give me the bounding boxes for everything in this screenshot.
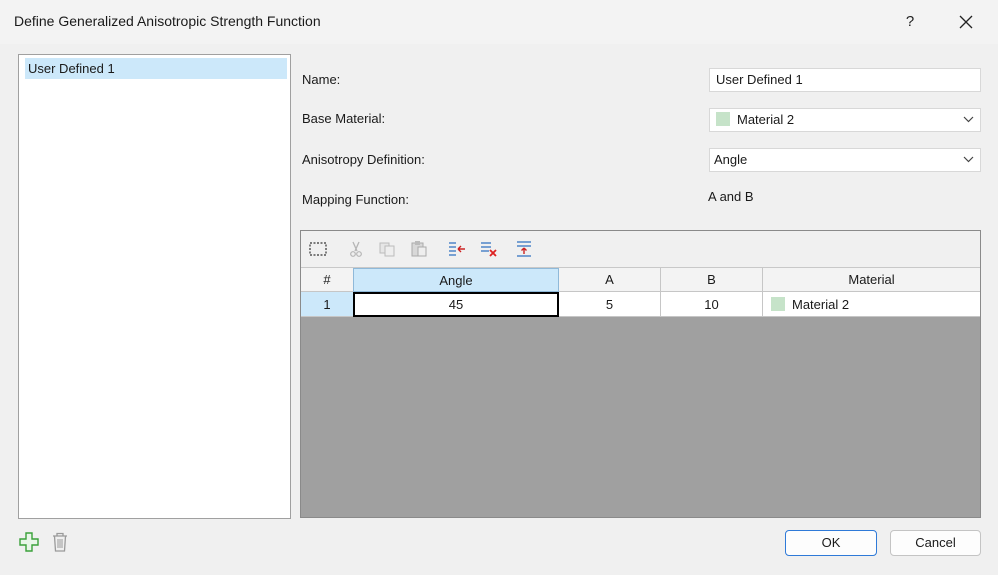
row-number-cell[interactable]: 1 (301, 292, 354, 317)
select-all-icon[interactable] (308, 240, 328, 258)
list-item-user-defined-1[interactable]: User Defined 1 (25, 58, 287, 79)
anisotropy-definition-value: Angle (714, 152, 748, 167)
b-cell[interactable]: 10 (661, 292, 763, 317)
cancel-button[interactable]: Cancel (890, 530, 981, 556)
function-list[interactable]: User Defined 1 (18, 54, 291, 519)
material-cell-value: Material 2 (792, 297, 850, 312)
chevron-down-icon (963, 116, 974, 123)
name-label: Name: (302, 72, 341, 87)
table-row[interactable]: 1 45 5 10 Material 2 (301, 292, 980, 317)
column-header-a[interactable]: A (559, 268, 661, 292)
base-material-select[interactable]: Material 2 (709, 108, 981, 132)
mapping-function-label: Mapping Function: (302, 192, 409, 207)
column-header-angle[interactable]: Angle (353, 268, 559, 292)
close-button[interactable] (950, 8, 982, 36)
title-bar: Define Generalized Anisotropic Strength … (0, 0, 998, 44)
column-header-material[interactable]: Material (763, 268, 980, 292)
close-icon (959, 15, 973, 29)
cut-icon[interactable] (346, 240, 366, 258)
help-button[interactable]: ? (896, 8, 924, 36)
a-cell[interactable]: 5 (559, 292, 661, 317)
delete-row-icon[interactable] (479, 240, 499, 258)
trash-icon[interactable] (50, 531, 70, 553)
angle-cell[interactable]: 45 (353, 292, 559, 317)
material-color-swatch (716, 112, 730, 127)
anisotropy-definition-select[interactable]: Angle (709, 148, 981, 172)
base-material-value: Material 2 (737, 112, 795, 127)
anisotropy-definition-label: Anisotropy Definition: (302, 152, 425, 167)
ok-button[interactable]: OK (785, 530, 877, 556)
base-material-label: Base Material: (302, 111, 386, 126)
name-input[interactable]: User Defined 1 (709, 68, 981, 92)
plus-icon[interactable] (18, 531, 40, 553)
material-cell[interactable]: Material 2 (763, 292, 980, 317)
copy-icon[interactable] (377, 240, 397, 258)
data-grid[interactable]: # Angle A B Material 1 45 5 10 Material … (300, 230, 981, 518)
column-header-b[interactable]: B (661, 268, 763, 292)
mapping-function-value: A and B (708, 189, 754, 204)
material-color-swatch (771, 297, 785, 312)
column-header-number[interactable]: # (301, 268, 354, 292)
insert-row-icon[interactable] (447, 240, 467, 258)
grid-toolbar (301, 231, 980, 268)
append-row-icon[interactable] (514, 240, 534, 258)
chevron-down-icon (963, 156, 974, 163)
window-title: Define Generalized Anisotropic Strength … (14, 13, 321, 29)
paste-icon[interactable] (409, 240, 429, 258)
grid-header: # Angle A B Material (301, 268, 980, 292)
